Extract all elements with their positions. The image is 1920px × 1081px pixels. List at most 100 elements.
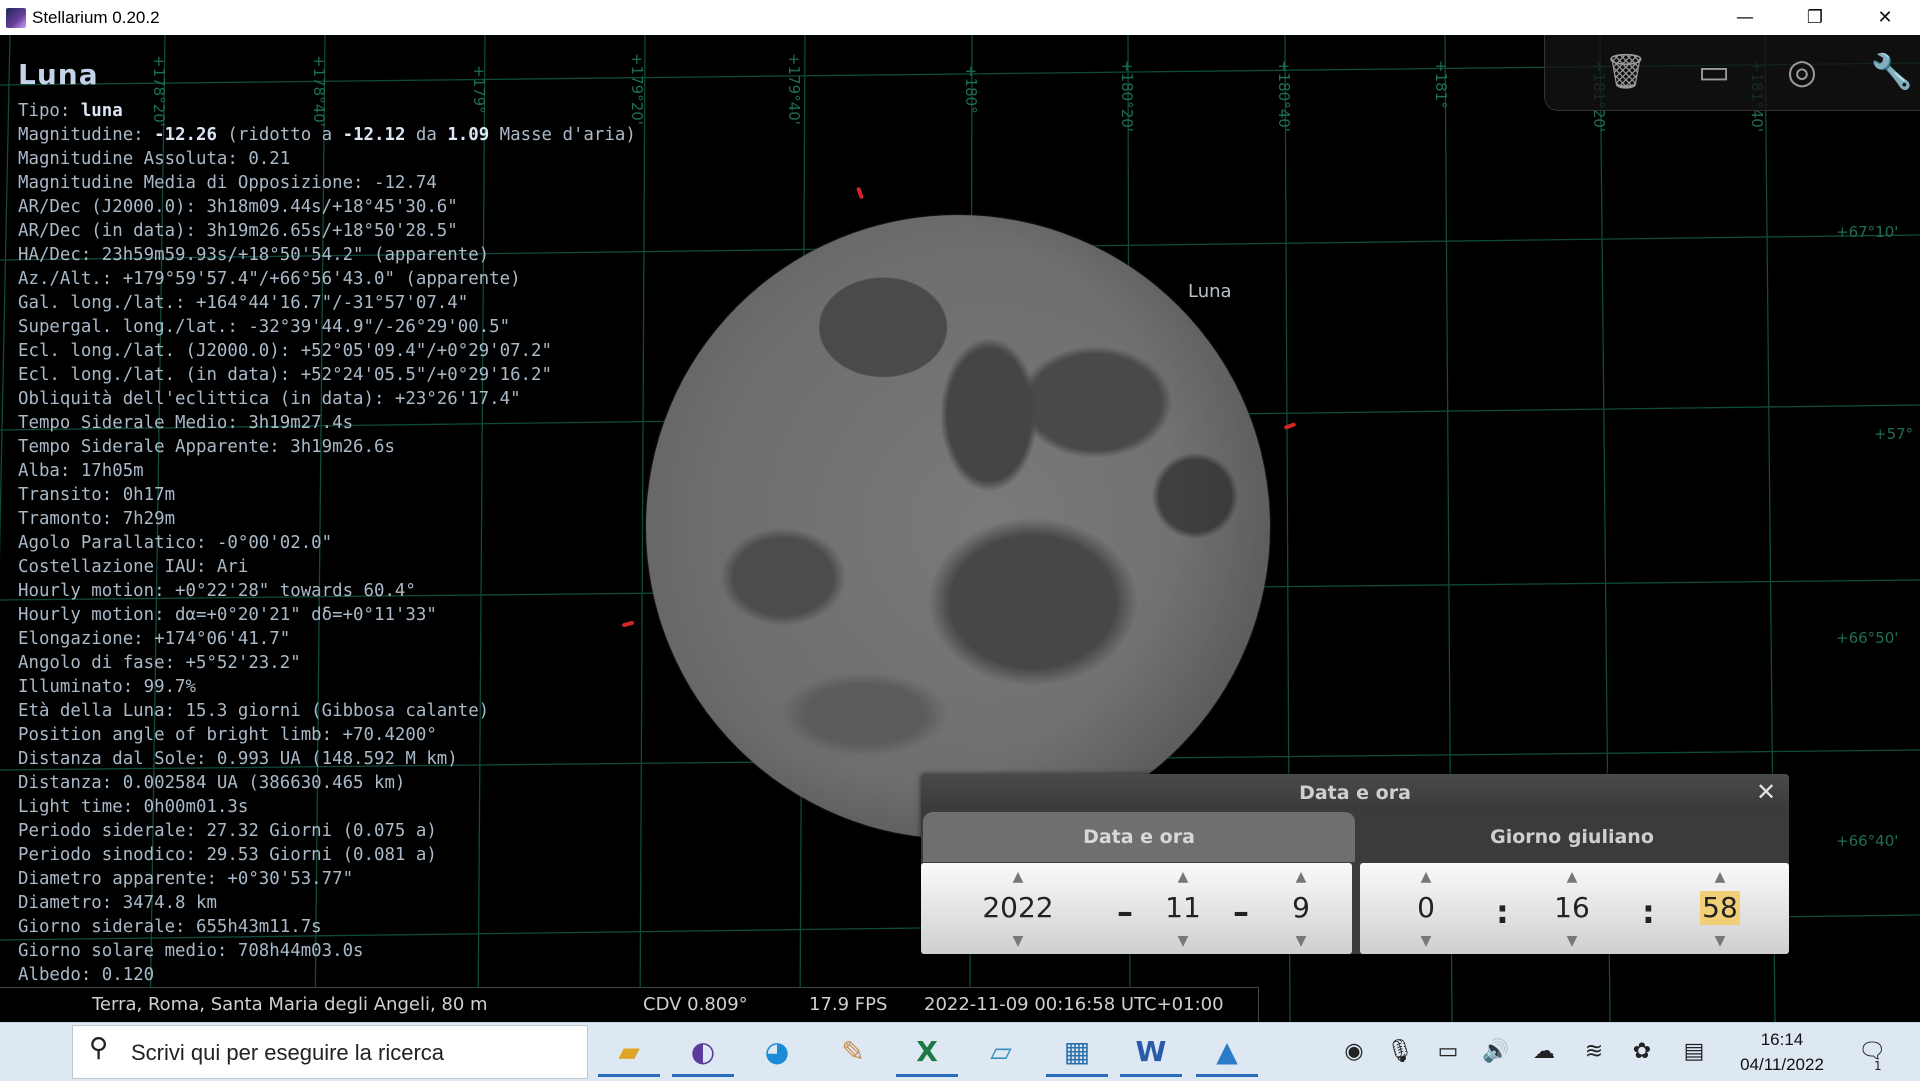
tab-date-time[interactable]: Data e ora [923,812,1355,862]
trash-icon[interactable]: 🗑 [1601,47,1651,97]
grid-label: +179°40' [785,53,803,125]
second-value-wrap[interactable]: 58 [1690,891,1750,925]
info-line: Alba: 17h05m [18,461,144,481]
tab-julian-day[interactable]: Giorno giuliano [1358,812,1786,862]
date-separator: – [1117,893,1133,931]
info-line: Distanza dal Sole: 0.993 UA (148.592 M k… [18,749,458,769]
wrench-icon[interactable]: 🔧 [1867,47,1917,97]
second-value[interactable]: 58 [1700,891,1740,925]
info-line: Diametro: 3474.8 km [18,893,217,913]
info-line: Tempo Siderale Medio: 3h19m27.4s [18,413,354,433]
stellarium-taskbar-icon[interactable]: ◐ [672,1027,734,1077]
notifications-icon[interactable]: 🗨 1 [1856,1038,1888,1073]
battery-icon[interactable]: ▭ [1432,1038,1464,1066]
excel-icon[interactable]: X [896,1027,958,1077]
clock-time: 16:14 [1760,1030,1804,1049]
wifi-icon[interactable]: ≋ [1578,1038,1610,1066]
paint-icon[interactable]: ✎ [822,1027,884,1077]
info-line: Magnitudine Assoluta: 0.21 [18,149,291,169]
second-down-arrow-icon[interactable]: ▼ [1690,931,1750,951]
hour-spinbox[interactable]: ▲ 0 ▼ [1396,863,1456,954]
file-explorer-icon[interactable]: ▰ [598,1027,660,1077]
year-spinbox[interactable]: ▲ 2022 ▼ [971,863,1065,954]
dialog-title: Data e ora [921,774,1789,810]
keyboard-icon[interactable]: ▤ [1678,1038,1710,1066]
minute-spinbox[interactable]: ▲ 16 ▼ [1542,863,1602,954]
info-mag-reduced: -12.12 [342,125,406,145]
notification-count: 1 [1874,1059,1882,1073]
hour-up-arrow-icon[interactable]: ▲ [1396,867,1456,887]
day-up-arrow-icon[interactable]: ▲ [1271,867,1331,887]
date-time-dialog: Data e ora ✕ Data e ora Giorno giuliano … [921,774,1789,954]
month-up-arrow-icon[interactable]: ▲ [1153,867,1213,887]
grid-label: +66°40' [1836,832,1899,850]
volume-icon[interactable]: 🔊 [1480,1038,1512,1066]
grid-label: +180°40' [1275,60,1293,132]
stellarium-app-icon [6,8,26,28]
second-spinbox[interactable]: ▲ 58 ▼ [1690,863,1750,954]
info-line: Az./Alt.: +179°59'57.4"/+66°56'43.0" (ap… [18,269,521,289]
object-info-panel: Luna Tipo: luna Magnitudine: -12.26 (rido… [18,55,636,987]
grid-label: +180° [962,65,980,114]
day-down-arrow-icon[interactable]: ▼ [1271,931,1331,951]
year-value[interactable]: 2022 [971,891,1065,925]
hour-value[interactable]: 0 [1396,891,1456,925]
grid-label: +180°20' [1118,60,1136,132]
minute-value[interactable]: 16 [1542,891,1602,925]
word-icon[interactable]: W [1120,1027,1182,1077]
search-placeholder[interactable]: Scrivi qui per eseguire la ricerca [131,1040,444,1066]
edge-icon[interactable]: ◕ [746,1027,808,1077]
grid-label: +181° [1432,60,1450,109]
year-down-arrow-icon[interactable]: ▼ [971,931,1065,951]
info-line: Diametro apparente: +0°30'53.77" [18,869,354,889]
info-line: Ecl. long./lat. (J2000.0): +52°05'09.4"/… [18,341,552,361]
onedrive-icon[interactable]: ☁ [1528,1038,1560,1066]
location-text: Terra, Roma, Santa Maria degli Angeli, 8… [92,994,488,1015]
year-up-arrow-icon[interactable]: ▲ [971,867,1065,887]
search-box[interactable]: ⚲ Scrivi qui per eseguire la ricerca [72,1025,588,1079]
time-separator: : [1496,893,1509,931]
system-clock[interactable]: 16:14 04/11/2022 [1722,1027,1842,1077]
top-toolbar: 🗑 ▭ ◎ 🔧 [1544,35,1920,111]
calculator-icon[interactable]: ▦ [1046,1027,1108,1077]
color-picker-icon[interactable]: ✿ [1626,1038,1658,1066]
window-mode-icon[interactable]: ▭ [1689,47,1739,97]
info-airmass: 1.09 [447,125,490,145]
sky-view[interactable]: +178°20' +178°40' +179° +179°20' +179°40… [0,35,1920,1022]
target-icon[interactable]: ◎ [1777,47,1827,97]
minimize-button[interactable]: — [1710,0,1780,35]
time-fields: ▲ 0 ▼ : ▲ 16 ▼ : ▲ 58 ▼ [1360,863,1789,954]
restore-button[interactable]: ❐ [1780,0,1850,35]
info-line: Distanza: 0.002584 UA (386630.465 km) [18,773,406,793]
info-line: Hourly motion: dα=+0°20'21" dδ=+0°11'33" [18,605,437,625]
status-bar: Terra, Roma, Santa Maria degli Angeli, 8… [0,987,1259,1022]
second-up-arrow-icon[interactable]: ▲ [1690,867,1750,887]
dialog-close-button[interactable]: ✕ [1751,776,1781,808]
day-spinbox[interactable]: ▲ 9 ▼ [1271,863,1331,954]
info-mag-text: Masse d'aria) [489,125,636,145]
app-tray-icon[interactable]: ◉ [1338,1038,1370,1066]
window-title: Stellarium 0.20.2 [32,8,160,27]
grid-label: +57° [1874,425,1914,443]
date-fields: ▲ 2022 ▼ – ▲ 11 ▼ – ▲ 9 ▼ [921,863,1352,954]
hour-down-arrow-icon[interactable]: ▼ [1396,931,1456,951]
info-line: Illuminato: 99.7% [18,677,196,697]
info-line: AR/Dec (J2000.0): 3h18m09.44s/+18°45'30.… [18,197,458,217]
photos-icon[interactable]: ▲ [1196,1027,1258,1077]
info-mag-value: -12.26 [154,125,217,145]
day-value[interactable]: 9 [1271,891,1331,925]
month-spinbox[interactable]: ▲ 11 ▼ [1153,863,1213,954]
info-line: Obliquità dell'eclittica (in data): +23°… [18,389,521,409]
info-line: Giorno siderale: 655h43m11.7s [18,917,322,937]
notes-icon[interactable]: ▱ [970,1027,1032,1077]
month-value[interactable]: 11 [1153,891,1213,925]
month-down-arrow-icon[interactable]: ▼ [1153,931,1213,951]
moon-disk[interactable] [646,215,1270,839]
info-line: Albedo: 0.120 [18,965,155,985]
minute-down-arrow-icon[interactable]: ▼ [1542,931,1602,951]
datetime-text: 2022-11-09 00:16:58 UTC+01:00 [924,994,1224,1015]
info-line: Età della Luna: 15.3 giorni (Gibbosa cal… [18,701,490,721]
microphone-icon[interactable]: 🎙 [1384,1038,1416,1066]
close-window-button[interactable]: ✕ [1850,0,1920,35]
minute-up-arrow-icon[interactable]: ▲ [1542,867,1602,887]
